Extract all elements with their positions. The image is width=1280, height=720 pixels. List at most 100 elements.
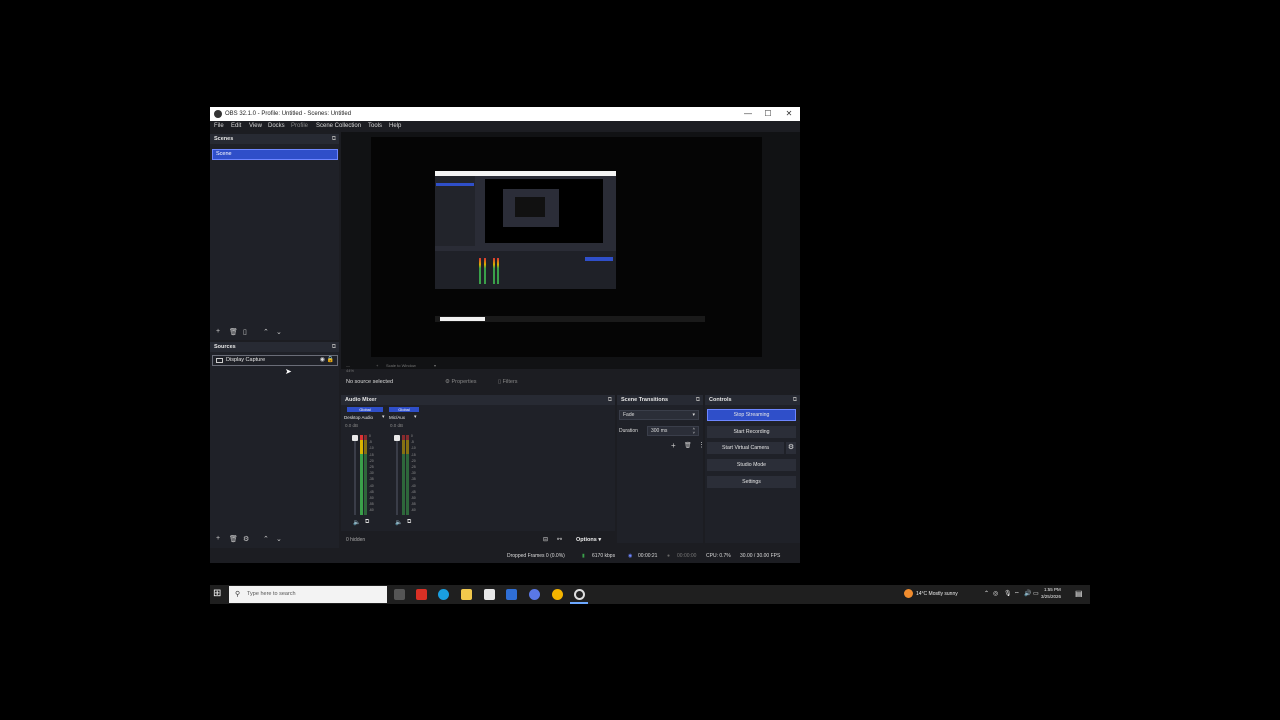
maximize-button[interactable]: ☐ [758, 107, 778, 121]
language-icon[interactable]: ▭ [1033, 590, 1039, 597]
visibility-eye-icon[interactable]: ◉ [320, 356, 325, 365]
add-source-icon[interactable]: + [216, 535, 220, 542]
volume-meter [360, 435, 363, 515]
dock-float-icon[interactable]: ⧉ [332, 342, 336, 352]
volume-fader-knob[interactable] [352, 435, 358, 441]
filters-button[interactable]: ▯ Filters [498, 379, 518, 385]
scene-list-item[interactable]: Scene [212, 149, 338, 160]
layout-icon[interactable]: ⊟ [543, 536, 548, 543]
start-virtual-camera-button[interactable]: Start Virtual Camera [707, 442, 784, 454]
scene-transitions-panel: Fade ▾ Duration 300 ms ˄ ˅ + 🗑 ⋮ [617, 405, 705, 543]
weather-icon[interactable] [904, 589, 913, 598]
chevron-down-icon[interactable]: ▾ [382, 414, 385, 420]
store-icon[interactable] [484, 589, 495, 600]
lock-icon[interactable]: 🔒 [327, 356, 334, 365]
channel-name[interactable]: Mic/Aux [389, 415, 405, 420]
source-properties-icon[interactable]: ⚙ [243, 535, 249, 543]
notifications-icon[interactable]: ▤ [1075, 589, 1083, 598]
remove-scene-icon[interactable]: 🗑 [229, 328, 238, 336]
preview-area[interactable] [341, 132, 800, 369]
speaker-icon[interactable]: 🔈 [353, 519, 360, 526]
controls-panel: Stop Streaming Start Recording Start Vir… [705, 405, 800, 543]
obs-window: OBS 32.1.0 - Profile: Untitled - Scenes:… [210, 107, 800, 563]
stop-streaming-button[interactable]: Stop Streaming [707, 409, 796, 421]
chrome-icon[interactable] [552, 589, 563, 600]
mail-icon[interactable] [506, 589, 517, 600]
scene-filters-icon[interactable]: ▯ [243, 328, 247, 336]
studio-mode-button[interactable]: Studio Mode [707, 459, 796, 471]
channel-name[interactable]: Desktop Audio [344, 415, 373, 420]
taskbar-search-input[interactable]: ⚲ Type here to search [229, 586, 387, 603]
volume-fader-knob[interactable] [394, 435, 400, 441]
dock-float-icon[interactable]: ⧉ [332, 134, 336, 144]
clock-time[interactable]: 1:55 PM [1044, 587, 1061, 592]
network-tray-icon[interactable]: ◎ [993, 590, 998, 597]
scenes-dock-title: Scenes ⧉ [210, 134, 339, 144]
remove-transition-icon[interactable]: 🗑 [684, 442, 692, 449]
microphone-icon[interactable]: 🎙 [1004, 590, 1012, 597]
volume-icon[interactable]: 🔊 [1024, 590, 1031, 597]
program-canvas[interactable] [371, 137, 762, 357]
add-scene-icon[interactable]: + [216, 328, 220, 335]
move-down-icon[interactable]: ⌄ [276, 328, 282, 336]
zoom-level[interactable]: — 44% [346, 363, 354, 373]
obs-taskbar-icon[interactable] [574, 589, 585, 600]
wifi-icon[interactable]: ⌔ [1014, 590, 1020, 598]
menu-edit[interactable]: Edit [231, 123, 241, 129]
menu-docks[interactable]: Docks [268, 123, 285, 129]
remove-source-icon[interactable]: 🗑 [229, 535, 238, 543]
channel-db-value: 0.0 dB [390, 423, 404, 428]
properties-button[interactable]: ⚙ Properties [445, 379, 477, 385]
duration-spinbox[interactable]: 300 ms ˄ ˅ [647, 426, 699, 436]
chevron-down-icon[interactable]: ▾ [414, 414, 417, 420]
menu-file[interactable]: File [214, 123, 224, 129]
menu-view[interactable]: View [249, 123, 262, 129]
zoom-in-button[interactable]: + [376, 363, 378, 368]
copilot-icon[interactable] [416, 589, 427, 600]
search-placeholder: Type here to search [247, 591, 296, 597]
dock-float-icon[interactable]: ⧉ [696, 395, 700, 405]
windows-start-icon[interactable]: ⊞ [213, 589, 223, 599]
menu-help[interactable]: Help [389, 123, 401, 129]
stream-time: 00:00:21 [638, 553, 658, 559]
menu-scene-collection[interactable]: Scene Collection [316, 123, 361, 129]
status-bar: Dropped Frames 0 (0.0%) ▮ 6170 kbps ◉ 00… [210, 550, 800, 563]
menu-profile[interactable]: Profile [291, 123, 308, 129]
volume-fader-track[interactable] [396, 435, 398, 515]
task-view-icon[interactable] [394, 589, 405, 600]
more-options-icon[interactable]: ⋮ [698, 441, 705, 449]
weather-text[interactable]: 14°C Mostly sunny [916, 591, 958, 597]
clock-date[interactable]: 3/25/2026 [1041, 594, 1061, 599]
channel-menu-icon[interactable]: ⧉ [365, 519, 369, 526]
spin-arrows-icon[interactable]: ˄ ˅ [693, 427, 695, 435]
move-up-icon[interactable]: ⌃ [263, 328, 269, 336]
speaker-icon[interactable]: 🔈 [395, 519, 402, 526]
dock-float-icon[interactable]: ⧉ [793, 395, 797, 405]
add-transition-icon[interactable]: + [671, 441, 676, 450]
channel-menu-icon[interactable]: ⧉ [407, 519, 411, 526]
virtual-camera-settings-gear-icon[interactable]: ⚙ [786, 442, 796, 454]
volume-meter [402, 435, 405, 515]
source-toolbar: No source selected ⚙ Properties ▯ Filter… [341, 375, 800, 389]
move-down-icon[interactable]: ⌄ [276, 535, 282, 543]
chrome-profile-icon[interactable] [529, 589, 540, 600]
duration-label: Duration [619, 428, 638, 434]
meter-scale-tick: -10 [411, 446, 416, 451]
transition-select[interactable]: Fade ▾ [619, 410, 699, 420]
scale-mode-select[interactable]: Scale to Window [386, 363, 416, 368]
chevron-up-icon[interactable]: ⌃ [984, 590, 989, 597]
move-up-icon[interactable]: ⌃ [263, 535, 269, 543]
minimize-button[interactable]: — [738, 107, 758, 121]
close-button[interactable]: ✕ [779, 107, 799, 121]
options-button[interactable]: Options ▾ [576, 537, 601, 543]
edge-icon[interactable] [438, 589, 449, 600]
settings-button[interactable]: Settings [707, 476, 796, 488]
dock-float-icon[interactable]: ⧉ [608, 395, 612, 405]
volume-fader-track[interactable] [354, 435, 356, 515]
file-explorer-icon[interactable] [461, 589, 472, 600]
menu-tools[interactable]: Tools [368, 123, 382, 129]
source-list-item[interactable]: Display Capture ◉ 🔒 [212, 355, 338, 366]
chevron-down-icon[interactable]: ▾ [434, 363, 436, 368]
start-recording-button[interactable]: Start Recording [707, 426, 796, 438]
link-icon[interactable]: ⚯ [557, 536, 562, 543]
